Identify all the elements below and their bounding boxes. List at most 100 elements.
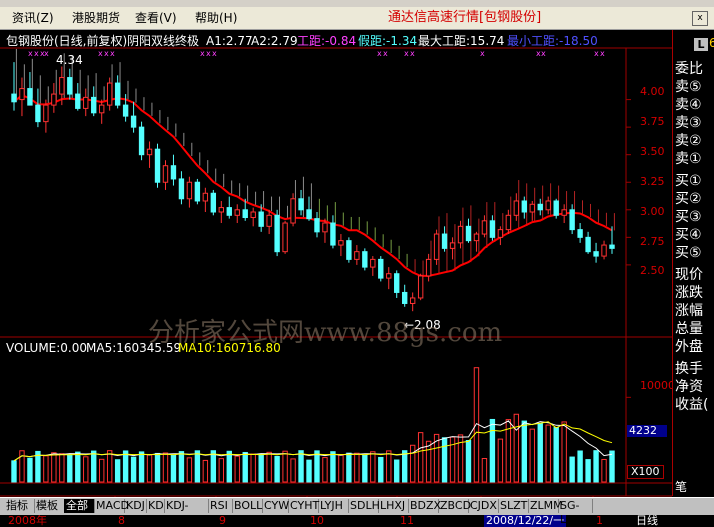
candle-body (314, 218, 320, 233)
candle-body (250, 211, 256, 219)
tab-cyw[interactable]: CYW (262, 499, 289, 513)
tab-kd[interactable]: KD (146, 499, 165, 513)
candle-body (242, 209, 248, 219)
candle-body (394, 273, 400, 293)
candle-body (27, 88, 33, 106)
quote-label: 卖① (675, 151, 702, 167)
volume-bar (154, 452, 161, 483)
signal-marker: x (98, 49, 103, 58)
volume-bar (378, 456, 384, 483)
volume-bar (99, 458, 105, 483)
signal-marker: x (104, 49, 109, 58)
volume-bar (394, 459, 400, 483)
quote-label: 买④ (675, 227, 702, 243)
price-tick: 4.00 (640, 85, 665, 98)
tab-kdj-tdx[interactable]: KDJ-TDX (164, 499, 209, 526)
tab-slzt[interactable]: SLZT (498, 499, 529, 513)
candle-body (537, 203, 543, 211)
candle-body (529, 203, 535, 213)
volume-bar (322, 457, 328, 483)
candle-body (545, 200, 551, 211)
volume-bar (51, 452, 57, 483)
volume-bar (338, 454, 344, 483)
indicator-tab-bar: 指标 模板 全部 MACD KDJ KD KDJ-TDX RSI BOLL CYW CYHT LYJH… (0, 497, 714, 526)
candle-body (354, 251, 360, 260)
close-icon[interactable]: x (692, 11, 708, 26)
tab-zbcd[interactable]: ZBCD (438, 499, 471, 513)
candle-body (154, 148, 161, 183)
volume-bar (106, 450, 113, 483)
volume-bar (226, 450, 232, 483)
stock-name: 包钢股份(日线,前复权) (6, 34, 128, 48)
signal-marker: x (377, 49, 382, 58)
volume-bar (346, 452, 352, 483)
quote-label: 委比 (675, 61, 703, 77)
candle-body (497, 229, 504, 238)
signal-marker: x (212, 49, 217, 58)
menu-help[interactable]: 帮助(H) (195, 10, 237, 26)
candle-body (138, 126, 145, 156)
volume-bar (409, 444, 416, 483)
tab-全部[interactable]: 全部 (64, 499, 95, 513)
tab-bdzx[interactable]: BDZX (408, 499, 441, 513)
signal-marker: x (28, 49, 33, 58)
volume-bar (114, 459, 121, 483)
tab-sdlh[interactable]: SDLH (348, 499, 380, 513)
volume-bar (11, 460, 17, 483)
candle-body (91, 96, 97, 114)
tab-boll[interactable]: BOLL (232, 499, 263, 513)
tab-cyht[interactable]: CYHT (288, 499, 319, 513)
volume-bar (370, 451, 376, 483)
menu-view[interactable]: 查看(V) (135, 10, 177, 26)
watermark-text: 分析家公式网www.88gs.com (148, 318, 503, 348)
tdx-app-window: 资讯(Z) 港股期货 查看(V) 帮助(H) 通达信高速行情[包钢股份] x x… (0, 0, 714, 527)
candle-body (465, 225, 472, 242)
signal-marker: x (480, 49, 485, 58)
volume-bar (282, 450, 288, 483)
ma-line (13, 94, 613, 277)
candle-body (186, 181, 193, 200)
window-top-strip (0, 0, 714, 7)
candle-body (433, 233, 440, 260)
tab-指标[interactable]: 指标 (4, 499, 35, 513)
period-label[interactable]: 日线 (636, 515, 658, 527)
tab-sg-lb[interactable]: SG-LB (558, 499, 593, 526)
kline-chart[interactable]: xxxxxxxxxxxxxxxxxxx (0, 30, 714, 514)
date-label-1: 1 (596, 514, 603, 527)
quote-label: 现价 (675, 267, 703, 283)
tab-lyjh[interactable]: LYJH (318, 499, 349, 513)
date-label-10: 10 (310, 514, 324, 527)
date-cursor-label: 2008/12/22/一 (484, 514, 567, 527)
volume-bar (513, 413, 520, 483)
candle-body (513, 200, 520, 216)
tab-cjdx[interactable]: CJDX (468, 499, 499, 513)
signal-marker: x (410, 49, 415, 58)
candle-body (425, 258, 432, 277)
volume-bar (178, 451, 185, 483)
tab-模板[interactable]: 模板 (34, 499, 65, 513)
candle-body (417, 275, 424, 299)
signal-marker: x (44, 49, 49, 58)
candle-body (577, 229, 583, 238)
menu-hk-futures[interactable]: 港股期货 (72, 10, 120, 26)
candle-body (378, 258, 384, 279)
volume-bar (290, 458, 296, 483)
tab-zlmm[interactable]: ZLMM (528, 499, 563, 513)
candle-body (202, 192, 209, 202)
candle-body (67, 77, 73, 95)
tab-macd[interactable]: MACD (94, 499, 129, 513)
tab-kdj[interactable]: KDJ (124, 499, 147, 513)
tab-rsi[interactable]: RSI (208, 499, 233, 513)
chart-area[interactable]: xxxxxxxxxxxxxxxxxxx 包钢股份(日线,前复权) 阴阳双线终极 … (0, 30, 714, 527)
candle-body (130, 115, 137, 128)
menu-news[interactable]: 资讯(Z) (12, 10, 54, 26)
volume-bar (330, 451, 336, 483)
candle-body (75, 93, 81, 109)
volume-bar (537, 423, 543, 483)
quote-label: 涨幅 (675, 303, 703, 319)
tab-lhxj[interactable]: LHXJ (378, 499, 409, 513)
volume-bar (553, 427, 559, 483)
volume-bar (250, 453, 256, 483)
volume-bar (609, 450, 615, 483)
volume-bar (67, 454, 73, 483)
